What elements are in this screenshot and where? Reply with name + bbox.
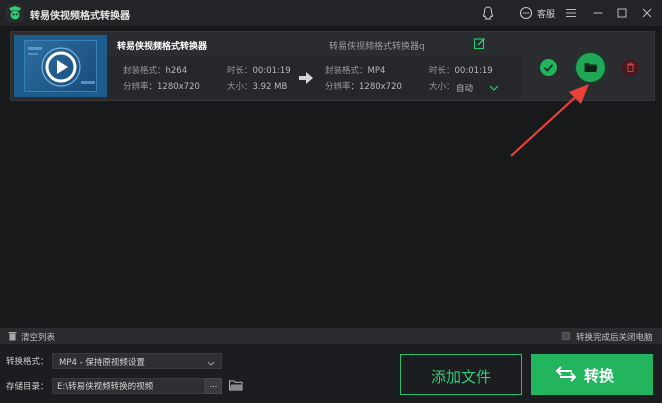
folder-icon[interactable] bbox=[229, 380, 243, 391]
convert-button[interactable]: 转换 bbox=[531, 354, 653, 395]
clear-list-icon[interactable] bbox=[8, 331, 17, 341]
browse-button[interactable]: ... bbox=[205, 378, 222, 394]
title-bar: 转易侠视频格式转换器 客服 bbox=[0, 0, 662, 26]
output-format-label: 封装格式： bbox=[325, 66, 368, 76]
footer: 转换格式： MP4 - 保持原视频设置 存储目录： ... 添加文件 转换 bbox=[0, 344, 662, 403]
source-file-name: 转易侠视频格式转换器 bbox=[117, 42, 208, 52]
output-resolution-label: 分辨率 bbox=[325, 82, 351, 92]
app-logo-icon bbox=[6, 4, 24, 22]
output-duration-label: 时长： bbox=[429, 66, 455, 76]
video-thumbnail[interactable] bbox=[14, 35, 107, 97]
chevron-down-icon[interactable] bbox=[489, 84, 499, 91]
source-resolution-value: ：1280x720 bbox=[148, 82, 200, 92]
chevron-down-icon bbox=[207, 359, 215, 366]
maximize-icon[interactable] bbox=[614, 5, 630, 21]
bottom-toolbar: 清空列表 转换完成后关闭电脑 bbox=[0, 328, 662, 344]
shutdown-label: 转换完成后关闭电脑 bbox=[576, 333, 653, 343]
output-size-label: 大小： bbox=[429, 82, 455, 92]
edit-icon[interactable] bbox=[473, 37, 486, 50]
close-icon[interactable] bbox=[639, 5, 655, 21]
format-label: 转换格式： bbox=[6, 357, 49, 367]
task-item[interactable]: 转易侠视频格式转换器 转易侠视频格式转换器q 封装格式：h264 分辨率：128… bbox=[10, 31, 655, 101]
output-resolution-value: ：1280x720 bbox=[350, 82, 402, 92]
chat-bubble-icon[interactable] bbox=[518, 5, 534, 21]
info-panel: 封装格式：h264 分辨率：1280x720 时长：00:01:19 大小：3.… bbox=[107, 56, 521, 99]
open-folder-button[interactable] bbox=[576, 53, 605, 82]
format-select-value: MP4 - 保持原视频设置 bbox=[59, 358, 145, 368]
source-resolution-label: 分辨率 bbox=[123, 82, 149, 92]
source-format-value: h264 bbox=[165, 66, 188, 76]
dir-label: 存储目录： bbox=[6, 382, 49, 392]
arrow-right-icon bbox=[299, 72, 313, 84]
output-format-value: MP4 bbox=[367, 66, 386, 76]
play-icon bbox=[28, 47, 95, 87]
format-select[interactable]: MP4 - 保持原视频设置 bbox=[52, 353, 222, 369]
trash-icon bbox=[626, 62, 635, 72]
app-title: 转易侠视频格式转换器 bbox=[30, 11, 130, 22]
add-file-label: 添加文件 bbox=[430, 368, 491, 386]
done-check-button[interactable] bbox=[540, 59, 557, 76]
convert-label: 转换 bbox=[584, 367, 615, 385]
minimize-icon[interactable] bbox=[590, 5, 606, 21]
folder-open-icon bbox=[584, 63, 598, 72]
output-size-select[interactable]: 自动 bbox=[456, 82, 473, 94]
source-duration-label: 时长： bbox=[227, 66, 253, 76]
add-file-button[interactable]: 添加文件 bbox=[400, 354, 522, 395]
source-format-label: 封装格式： bbox=[123, 66, 166, 76]
customer-service-button[interactable]: 客服 bbox=[537, 7, 555, 20]
swap-arrows-icon bbox=[555, 365, 577, 383]
source-size-value: 3.92 MB bbox=[252, 82, 288, 92]
check-icon bbox=[543, 64, 554, 72]
menu-icon[interactable] bbox=[563, 5, 579, 21]
output-duration-value: 00:01:19 bbox=[454, 66, 493, 76]
source-duration-value: 00:01:19 bbox=[252, 66, 291, 76]
source-size-label: 大小： bbox=[227, 82, 253, 92]
clear-list-button[interactable]: 清空列表 bbox=[21, 331, 55, 343]
qq-icon[interactable] bbox=[480, 5, 496, 21]
save-dir-input[interactable] bbox=[52, 378, 205, 394]
output-file-name: 转易侠视频格式转换器q bbox=[329, 42, 425, 52]
shutdown-checkbox[interactable] bbox=[562, 332, 570, 340]
delete-button[interactable] bbox=[622, 59, 639, 76]
